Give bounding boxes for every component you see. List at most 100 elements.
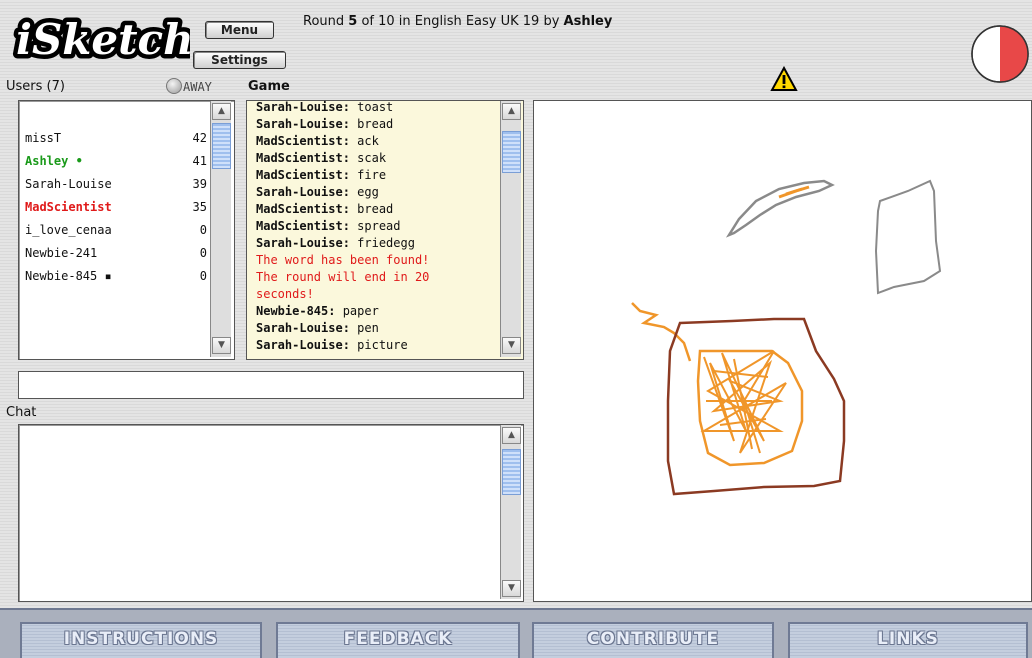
user-name: MadScientist <box>25 200 112 214</box>
user-name: Sarah-Louise <box>25 177 112 191</box>
scroll-down-icon[interactable]: ▼ <box>502 337 521 354</box>
svg-text:iSketch: iSketch <box>16 15 190 64</box>
game-message: Sarah-Louise: bread <box>256 117 393 131</box>
user-score: 35 <box>192 200 207 214</box>
sketch-stroke <box>631 302 692 362</box>
message-author: MadScientist: <box>256 202 350 216</box>
chat-heading: Chat <box>6 405 37 420</box>
game-message: seconds! <box>256 287 314 301</box>
game-scrollbar[interactable]: ▲ ▼ <box>500 101 521 357</box>
timer-icon <box>971 25 1029 83</box>
message-author: MadScientist: <box>256 219 350 233</box>
drawing-canvas[interactable] <box>533 100 1032 602</box>
message-author: Sarah-Louise: <box>256 100 350 114</box>
user-row[interactable]: Newbie-241 0 <box>25 246 207 260</box>
sketch-stroke <box>874 179 942 295</box>
game-message: The round will end in 20 <box>256 270 430 284</box>
game-message: The word has been found! <box>256 253 430 267</box>
sketch-stroke <box>725 179 835 238</box>
user-row[interactable]: missT 42 <box>25 131 207 145</box>
message-text: bread <box>349 202 394 216</box>
message-author: Sarah-Louise: <box>256 338 350 352</box>
user-score: 0 <box>199 223 207 237</box>
game-message: Sarah-Louise: egg <box>256 185 379 199</box>
users-heading: Users (7) <box>6 79 65 94</box>
users-scrollbar[interactable]: ▲ ▼ <box>210 101 231 357</box>
message-text: egg <box>349 185 379 199</box>
menu-button[interactable]: Menu <box>205 21 274 39</box>
game-message: MadScientist: spread <box>256 219 401 233</box>
message-text: spread <box>349 219 401 233</box>
round-info: Round 5 of 10 in English Easy UK 19 by A… <box>303 14 612 29</box>
scroll-thumb[interactable] <box>502 131 521 173</box>
game-message: Sarah-Louise: friedegg <box>256 236 415 250</box>
user-score: 0 <box>199 269 207 283</box>
message-author: Newbie-845: <box>256 304 336 318</box>
message-text: toast <box>349 100 394 114</box>
user-score: 0 <box>199 246 207 260</box>
message-text: paper <box>335 304 379 318</box>
away-toggle[interactable] <box>166 78 182 94</box>
chat-input[interactable] <box>18 371 524 399</box>
round-description: of 10 in English Easy UK 19 by <box>357 14 564 29</box>
game-message: MadScientist: ack <box>256 134 379 148</box>
message-text: ack <box>349 134 379 148</box>
users-list[interactable]: missT 42 Ashley • 41 Sarah-Louise 39 MadScient… <box>18 100 235 360</box>
game-log: Sarah-Louise: toast Sarah-Louise: bread Ma… <box>246 100 524 360</box>
message-author: Sarah-Louise: <box>256 117 350 131</box>
links-button[interactable]: LINKS <box>788 622 1028 658</box>
user-row[interactable]: Sarah-Louise 39 <box>25 177 207 191</box>
feedback-button[interactable]: FEEDBACK <box>276 622 520 658</box>
user-name: i_love_cenaa <box>25 223 112 237</box>
user-row[interactable]: i_love_cenaa 0 <box>25 223 207 237</box>
scroll-down-icon[interactable]: ▼ <box>212 337 231 354</box>
round-number: 5 <box>348 14 358 29</box>
scroll-up-icon[interactable]: ▲ <box>212 103 231 120</box>
user-row[interactable]: MadScientist 35 <box>25 200 207 214</box>
scroll-thumb[interactable] <box>212 123 231 169</box>
message-author: MadScientist: <box>256 168 350 182</box>
scroll-down-icon[interactable]: ▼ <box>502 580 521 597</box>
game-message: Sarah-Louise: pen <box>256 321 379 335</box>
user-name: Newbie-845 ▪ <box>25 269 112 283</box>
game-heading: Game <box>248 79 290 94</box>
user-name: Ashley • <box>25 154 83 168</box>
game-message: Newbie-845: paper <box>256 304 379 318</box>
game-message: MadScientist: bread <box>256 202 393 216</box>
chat-area: ▲ ▼ <box>18 424 524 602</box>
message-text: friedegg <box>349 236 415 250</box>
message-text: fire <box>349 168 387 182</box>
contribute-button[interactable]: CONTRIBUTE <box>532 622 774 658</box>
message-author: Sarah-Louise: <box>256 236 350 250</box>
isketch-logo: iSketch iSketch <box>12 11 191 69</box>
message-text: picture <box>349 338 408 352</box>
settings-button[interactable]: Settings <box>193 51 286 69</box>
user-score: 41 <box>192 154 207 168</box>
user-name: missT <box>25 131 62 145</box>
scroll-thumb[interactable] <box>502 449 521 495</box>
instructions-button[interactable]: INSTRUCTIONS <box>20 622 262 658</box>
message-text: bread <box>349 117 394 131</box>
message-text: pen <box>349 321 379 335</box>
scroll-up-icon[interactable]: ▲ <box>502 103 521 120</box>
round-artist: Ashley <box>563 14 613 29</box>
round-prefix: Round <box>303 14 349 29</box>
user-row[interactable]: Newbie-845 ▪ 0 <box>25 269 207 283</box>
game-message: Sarah-Louise: toast <box>256 100 393 114</box>
user-name: Newbie-241 <box>25 246 98 260</box>
message-text: scak <box>349 151 387 165</box>
game-message: MadScientist: scak <box>256 151 386 165</box>
message-author: Sarah-Louise: <box>256 321 350 335</box>
message-author: MadScientist: <box>256 134 350 148</box>
chat-scrollbar[interactable]: ▲ ▼ <box>500 425 521 599</box>
warning-icon[interactable] <box>770 66 798 92</box>
game-message: Sarah-Louise: picture <box>256 338 408 352</box>
user-row[interactable]: Ashley • 41 <box>25 154 207 168</box>
away-label: AWAY <box>183 80 212 94</box>
user-score: 39 <box>192 177 207 191</box>
user-score: 42 <box>192 131 207 145</box>
game-message: MadScientist: fire <box>256 168 386 182</box>
message-author: MadScientist: <box>256 151 350 165</box>
message-author: Sarah-Louise: <box>256 185 350 199</box>
scroll-up-icon[interactable]: ▲ <box>502 427 521 444</box>
